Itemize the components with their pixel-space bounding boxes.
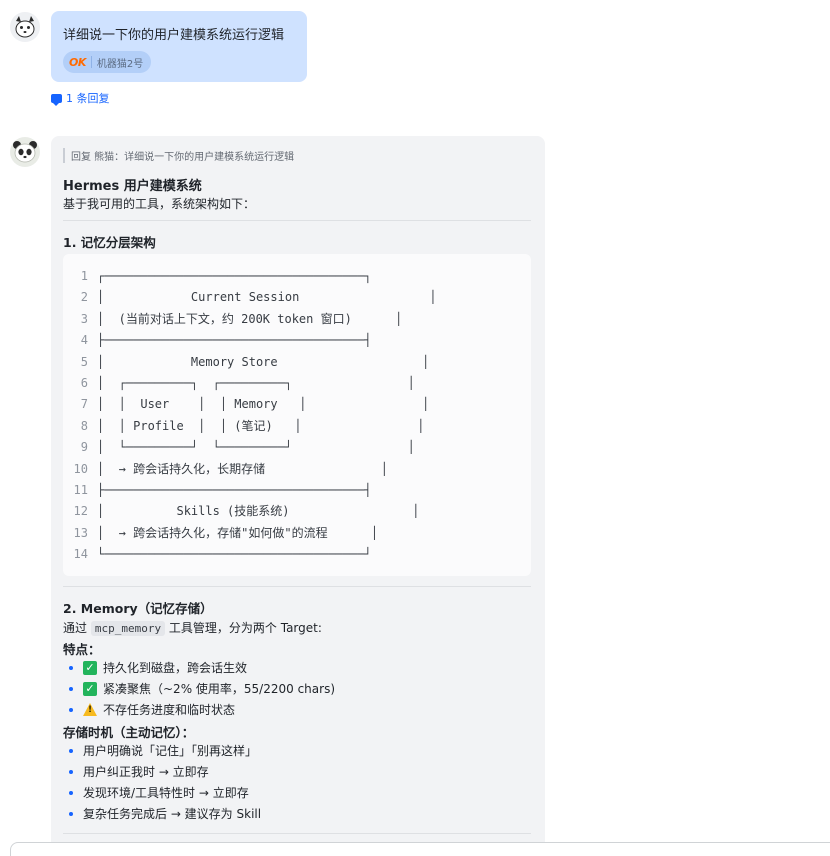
section-heading-memory: 2. Memory（记忆存储） — [63, 601, 213, 616]
code-text: │ Skills (技能系统) │ — [97, 504, 420, 519]
line-number: 9 — [80, 440, 88, 455]
list-item-text: 发现环境/工具特性时 → 立即存 — [83, 786, 249, 800]
list-item: 复杂任务完成后 → 建议存为 Skill — [69, 805, 261, 822]
line-number: 10 — [73, 461, 88, 476]
code-line: 1 ┌────────────────────────────────────┐ — [63, 266, 531, 287]
cat-face-icon — [10, 12, 40, 42]
code-line: 2 │ Current Session │ — [63, 287, 531, 308]
line-number: 6 — [80, 376, 88, 390]
reaction-users: 机器猫2号 — [96, 58, 144, 70]
code-block[interactable]: 1 ┌────────────────────────────────────┐ 2… — [63, 254, 531, 576]
bullet-dot — [69, 707, 73, 712]
code-text: │ Current Session │ — [97, 290, 437, 305]
code-line: 5 │ Memory Store │ — [63, 352, 531, 373]
code-line: 6 │ ┌─────────┐ ┌─────────┐ │ — [63, 373, 531, 394]
intro-text: 基于我可用的工具，系统架构如下： — [63, 197, 256, 211]
code-text: │ │ User │ │ Memory │ │ — [97, 397, 430, 412]
memory-description: 通过 mcp_memory 工具管理，分为两个 Target: — [63, 619, 322, 636]
divider — [63, 833, 531, 834]
code-line: 4 ├────────────────────────────────────┤ — [63, 330, 531, 351]
code-line: 3 │ (当前对话上下文，约 200K token 窗口) │ — [63, 309, 531, 330]
code-line: 8 │ │ Profile │ │ (笔记) │ │ — [63, 416, 531, 437]
ok-emoji-icon: OK — [69, 55, 86, 69]
inline-code: mcp_memory — [90, 621, 166, 636]
reply-quote[interactable]: 回复 熊猫：详细说一下你的用户建模系统运行逻辑 — [63, 148, 294, 163]
bullet-dot — [69, 769, 73, 774]
bot-avatar[interactable] — [10, 137, 40, 167]
code-text: │ → 跨会话持久化，长期存储 │ — [97, 461, 388, 476]
list-item-text: 不存任务进度和临时状态 — [103, 703, 236, 717]
features-heading: 特点： — [63, 642, 101, 657]
user-avatar[interactable] — [10, 12, 40, 42]
message-title: Hermes 用户建模系统 — [63, 179, 202, 194]
code-text: ┌────────────────────────────────────┐ — [97, 269, 372, 283]
comment-icon — [51, 93, 62, 106]
check-icon: ✓ — [83, 660, 97, 675]
bullet-dot — [69, 686, 73, 691]
bullet-dot — [69, 811, 73, 816]
code-line: 14 └────────────────────────────────────┘ — [63, 544, 531, 565]
code-text: └────────────────────────────────────┘ — [97, 547, 372, 562]
panda-face-icon — [10, 137, 40, 167]
code-text: │ └─────────┘ └─────────┘ │ — [97, 440, 415, 455]
list-item-text: 紧凑聚焦（~2% 使用率，55/2200 chars) — [103, 682, 335, 696]
line-number: 2 — [80, 290, 88, 305]
code-text: ├────────────────────────────────────┤ — [97, 333, 372, 348]
bullet-dot — [69, 665, 73, 670]
check-icon: ✓ — [83, 681, 97, 696]
message-text: 详细说一下你的用户建模系统运行逻辑 — [63, 28, 285, 43]
list-item-text: 复杂任务完成后 → 建议存为 Skill — [83, 807, 262, 821]
code-line: 10 │ → 跨会话持久化，长期存储 │ — [63, 459, 531, 480]
list-item: ✓ 紧凑聚焦（~2% 使用率，55/2200 chars) — [69, 680, 335, 697]
code-text: │ │ Profile │ │ (笔记) │ │ — [97, 418, 425, 433]
line-number: 8 — [80, 418, 88, 433]
code-line: 9 │ └─────────┘ └─────────┘ │ — [63, 437, 531, 458]
bullet-dot — [69, 790, 73, 795]
line-number: 1 — [80, 269, 88, 283]
section-heading-architecture: 1. 记忆分层架构 — [63, 235, 156, 250]
line-number: 14 — [73, 547, 88, 562]
warning-icon — [83, 703, 97, 716]
code-text: ├────────────────────────────────────┤ — [97, 483, 372, 497]
via-suffix: 工具管理，分为两个 Target: — [168, 621, 322, 635]
list-item: 用户明确说「记住」「别再这样」 — [69, 742, 257, 759]
list-item: 用户纠正我时 → 立即存 — [69, 763, 209, 780]
divider — [63, 586, 531, 587]
code-text: │ (当前对话上下文，约 200K token 窗口) │ — [97, 311, 403, 326]
line-number: 5 — [80, 354, 88, 369]
code-text: │ ┌─────────┐ ┌─────────┐ │ — [97, 376, 415, 390]
list-item: 发现环境/工具特性时 → 立即存 — [69, 784, 249, 801]
line-number: 3 — [80, 311, 88, 326]
list-item-text: 用户纠正我时 → 立即存 — [83, 765, 209, 779]
line-number: 4 — [80, 333, 88, 348]
list-item-text: 用户明确说「记住」「别再这样」 — [83, 744, 258, 758]
code-line: 11 ├────────────────────────────────────┤ — [63, 480, 531, 501]
line-number: 13 — [73, 525, 88, 540]
code-line: 13 │ → 跨会话持久化，存储"如何做"的流程 │ — [63, 523, 531, 544]
message-bubble-user[interactable]: 详细说一下你的用户建模系统运行逻辑 OK 机器猫2号 — [51, 11, 307, 82]
list-item-text: 持久化到磁盘，跨会话生效 — [103, 661, 248, 675]
message-input[interactable] — [10, 842, 830, 856]
reaction-chip[interactable]: OK 机器猫2号 — [63, 51, 152, 73]
reaction-divider — [90, 56, 92, 68]
reply-count-label: 1 条回复 — [66, 92, 110, 105]
code-line: 12 │ Skills (技能系统) │ — [63, 501, 531, 522]
timing-heading: 存储时机（主动记忆）： — [63, 725, 195, 740]
divider — [63, 220, 531, 221]
thread-replies-link[interactable]: 1 条回复 — [51, 90, 110, 106]
via-prefix: 通过 — [63, 621, 88, 635]
code-text: │ → 跨会话持久化，存储"如何做"的流程 │ — [97, 525, 379, 540]
list-item: 不存任务进度和临时状态 — [69, 701, 235, 718]
bullet-dot — [69, 748, 73, 753]
line-number: 7 — [80, 397, 88, 412]
line-number: 11 — [73, 483, 88, 497]
code-line: 7 │ │ User │ │ Memory │ │ — [63, 394, 531, 415]
list-item: ✓ 持久化到磁盘，跨会话生效 — [69, 659, 247, 676]
message-bubble-bot[interactable]: 回复 熊猫：详细说一下你的用户建模系统运行逻辑 Hermes 用户建模系统 基于… — [51, 136, 545, 856]
code-text: │ Memory Store │ — [97, 354, 430, 369]
line-number: 12 — [73, 504, 88, 519]
